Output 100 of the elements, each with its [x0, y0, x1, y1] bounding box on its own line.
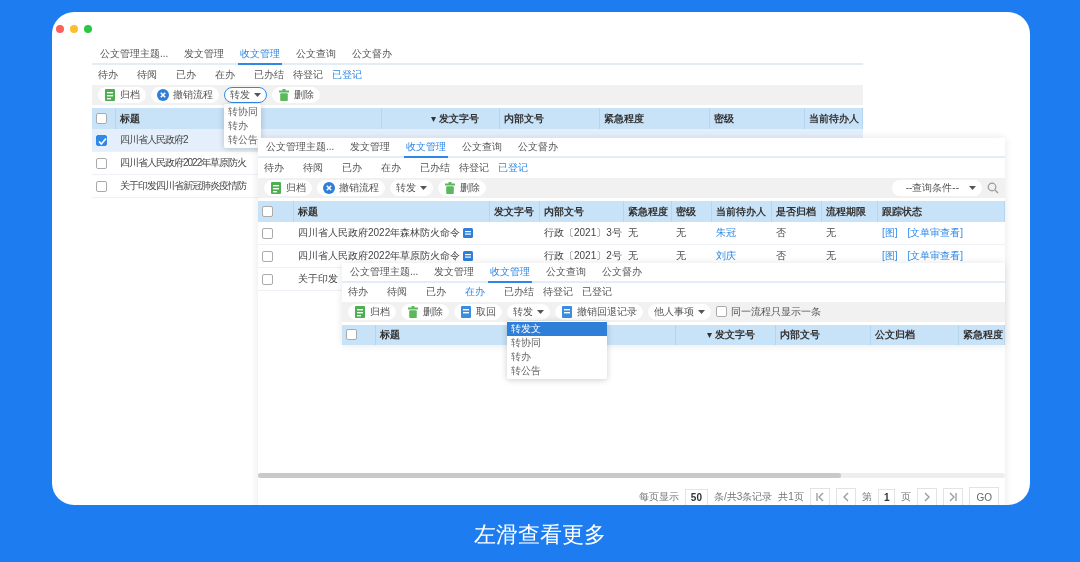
- query-dropdown[interactable]: --查询条件--: [891, 180, 982, 196]
- pager-text: 每页显示: [638, 490, 679, 504]
- checkbox[interactable]: [96, 157, 107, 169]
- tab[interactable]: 发文管理: [348, 138, 393, 158]
- menu-item[interactable]: 转公告: [507, 363, 607, 378]
- column-header: 密级: [676, 204, 696, 219]
- tab[interactable]: 公文督办: [516, 138, 561, 158]
- link[interactable]: 刘庆: [716, 249, 736, 263]
- tab[interactable]: 待阅: [387, 285, 426, 300]
- sort-indicator[interactable]: ▾: [430, 113, 436, 124]
- tab[interactable]: 发文管理: [182, 45, 227, 65]
- go-button[interactable]: GO: [969, 487, 999, 505]
- page-button[interactable]: [943, 488, 964, 505]
- pager-text: 条/共3条记录: [713, 490, 773, 504]
- tab[interactable]: 公文查询: [544, 263, 589, 283]
- tab[interactable]: 待阅: [137, 68, 176, 82]
- search-icon[interactable]: [987, 182, 999, 194]
- checkbox[interactable]: [716, 306, 727, 318]
- link[interactable]: [文单审查看]: [907, 226, 964, 240]
- dropdown-button[interactable]: 转发: [507, 303, 550, 320]
- tab[interactable]: 已办结: [504, 285, 543, 300]
- tab[interactable]: 已办结: [420, 161, 459, 175]
- checkbox[interactable]: [96, 134, 107, 146]
- menu-item[interactable]: 转发文: [507, 321, 607, 336]
- menu-item[interactable]: 转协同: [507, 335, 607, 350]
- checkbox[interactable]: [96, 180, 107, 192]
- link[interactable]: [图]: [882, 226, 898, 240]
- toolbar-button[interactable]: 归档: [98, 87, 146, 103]
- checkbox[interactable]: [96, 113, 107, 124]
- caret-icon: [698, 309, 705, 314]
- menu-item[interactable]: 转办: [507, 349, 607, 364]
- toolbar-button[interactable]: 删除: [401, 303, 449, 320]
- tab[interactable]: 在办: [465, 285, 504, 300]
- tab[interactable]: 待办: [98, 68, 137, 82]
- column-header: 紧急程度: [604, 111, 644, 126]
- link[interactable]: [文单审查看]: [907, 249, 964, 263]
- page-icon: [460, 305, 472, 318]
- tab[interactable]: 已办结: [254, 68, 293, 82]
- toolbar-button[interactable]: 归档: [348, 303, 396, 320]
- scrollbar[interactable]: [258, 473, 1005, 478]
- tab[interactable]: 公文管理主题...: [348, 263, 421, 283]
- tab[interactable]: 已办: [176, 68, 215, 82]
- tab[interactable]: 收文管理: [404, 138, 449, 158]
- page-button[interactable]: [809, 488, 830, 505]
- tab[interactable]: 待登记: [293, 68, 332, 82]
- toolbar-button[interactable]: 删除: [272, 87, 320, 103]
- menu-item[interactable]: 转办: [224, 119, 261, 133]
- tab[interactable]: 待登记: [543, 285, 582, 300]
- sort-indicator[interactable]: ▾: [706, 329, 712, 341]
- tab[interactable]: 待办: [264, 161, 303, 175]
- checkbox[interactable]: [262, 227, 273, 239]
- window-button[interactable]: [56, 25, 64, 33]
- toolbar-button[interactable]: 撤销流程: [317, 180, 385, 196]
- link[interactable]: [图]: [882, 249, 898, 263]
- page-field[interactable]: 50: [684, 488, 708, 505]
- tab[interactable]: 在办: [215, 68, 254, 82]
- tab[interactable]: 公文督办: [350, 45, 395, 65]
- dropdown-button[interactable]: 转发: [390, 180, 433, 196]
- tab[interactable]: 收文管理: [488, 263, 533, 283]
- tab[interactable]: 已登记: [332, 68, 371, 82]
- tab[interactable]: 已办: [426, 285, 465, 300]
- toolbar-button[interactable]: 归档: [264, 180, 312, 196]
- trash-icon: [444, 182, 456, 194]
- dropdown-button[interactable]: 转发: [224, 87, 267, 103]
- checkbox-label: 同一流程只显示一条: [731, 304, 821, 319]
- page-button[interactable]: [835, 488, 856, 505]
- tab[interactable]: 公文督办: [600, 263, 645, 283]
- tab[interactable]: 已登记: [582, 285, 621, 300]
- tab[interactable]: 公文查询: [460, 138, 505, 158]
- window-button[interactable]: [84, 25, 92, 33]
- tab[interactable]: 已登记: [498, 161, 537, 175]
- checkbox[interactable]: [346, 329, 357, 341]
- toolbar-button[interactable]: 撤销回退记录: [555, 303, 643, 320]
- tab[interactable]: 待阅: [303, 161, 342, 175]
- menu-item[interactable]: 转公告: [224, 133, 261, 147]
- table-cell: 行政〔2021〕3号: [544, 226, 622, 240]
- column-header: 跟踪状态: [882, 204, 922, 219]
- checkbox[interactable]: [262, 250, 273, 262]
- tab[interactable]: 收文管理: [238, 45, 283, 65]
- page-icon: [561, 305, 573, 318]
- window-button[interactable]: [70, 25, 78, 33]
- link[interactable]: 朱冠: [716, 226, 736, 240]
- toolbar-button[interactable]: 删除: [438, 180, 486, 196]
- tab[interactable]: 已办: [342, 161, 381, 175]
- toolbar-button[interactable]: 撤销流程: [151, 87, 219, 103]
- menu-item[interactable]: 转协同: [224, 105, 261, 119]
- toolbar-button[interactable]: 取回: [454, 303, 502, 320]
- tab[interactable]: 发文管理: [432, 263, 477, 283]
- tab[interactable]: 公文管理主题...: [264, 138, 337, 158]
- tab[interactable]: 待办: [348, 285, 387, 300]
- tab[interactable]: 待登记: [459, 161, 498, 175]
- page-field[interactable]: 1: [877, 488, 896, 505]
- checkbox[interactable]: [262, 273, 273, 285]
- checkbox[interactable]: [262, 206, 273, 217]
- page-button[interactable]: [917, 488, 938, 505]
- tab[interactable]: 公文管理主题...: [98, 45, 171, 65]
- table-cell: 关于印发四川省新冠肺炎疫情防: [120, 179, 246, 193]
- tab[interactable]: 在办: [381, 161, 420, 175]
- dropdown-button[interactable]: 他人事项: [648, 303, 711, 320]
- tab[interactable]: 公文查询: [294, 45, 339, 65]
